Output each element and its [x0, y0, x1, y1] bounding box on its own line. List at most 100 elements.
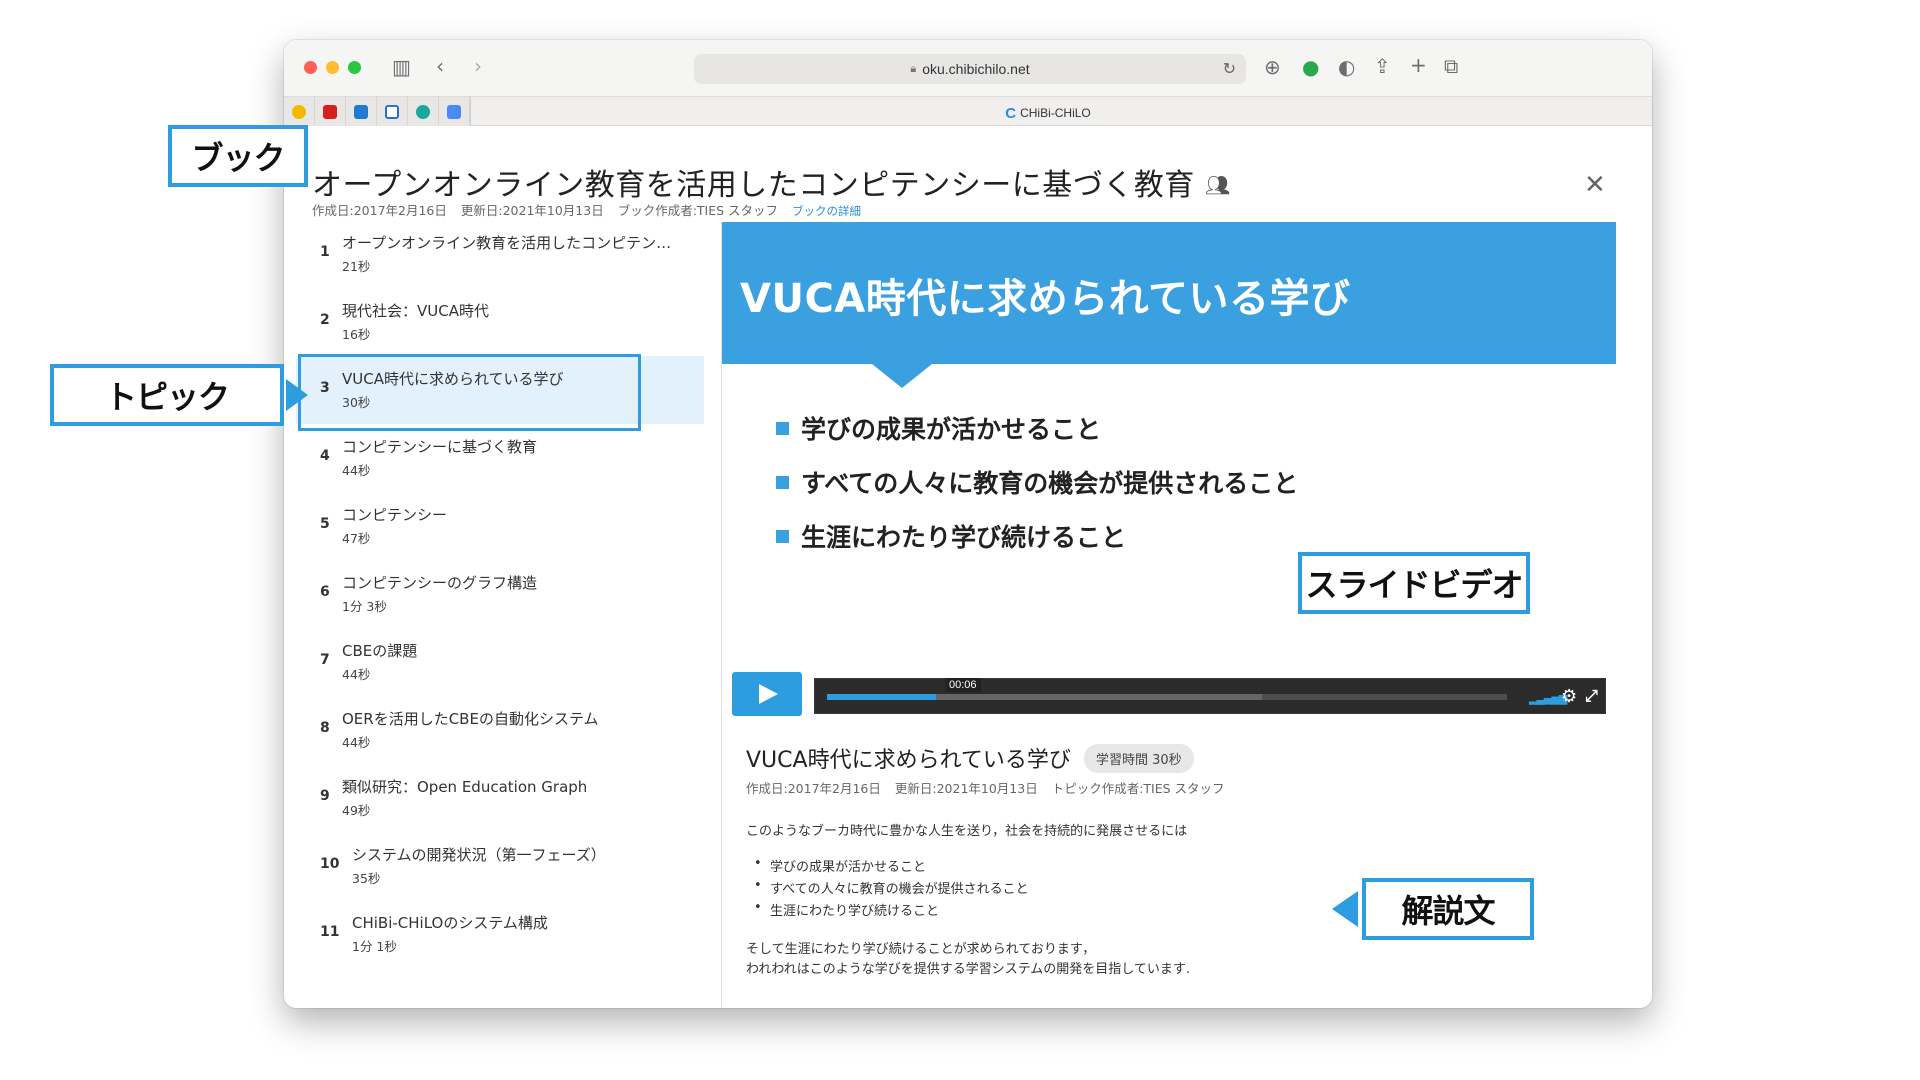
topic-title: OERを活用したCBEの自動化システム: [342, 710, 599, 728]
topic-number: 10: [320, 856, 340, 872]
topic-created: 作成日:2017年2月16日: [746, 781, 881, 796]
shared-users-icon: 👥︎: [1204, 173, 1231, 197]
topic-duration: 49秒: [342, 803, 371, 818]
zoom-window-button[interactable]: [348, 61, 361, 74]
topic-item-9[interactable]: 9 類似研究：Open Education Graph 49秒: [296, 764, 704, 832]
topic-item-11[interactable]: 11 CHiBi-CHiLOのシステム構成 1分 1秒: [296, 900, 704, 968]
slide-bullet-text: 生涯にわたり学び続けること: [801, 523, 1127, 552]
topic-item-4[interactable]: 4 コンピテンシーに基づく教育 44秒: [296, 424, 704, 492]
share-icon[interactable]: ⇪: [1374, 56, 1391, 76]
control-bar: 00:06 ▂▃▄▅▆ ⚙ ⤢: [814, 678, 1606, 714]
topic-heading-title: VUCA時代に求められている学び: [746, 748, 1071, 773]
tab-overview-icon[interactable]: ⧉: [1444, 56, 1458, 76]
topic-author: トピック作成者:TIES スタッフ: [1051, 781, 1225, 796]
topic-list: 1 オープンオンライン教育を活用したコンピテン… 21秒 2 現代社会：VUCA…: [296, 220, 704, 1008]
description-outro-2: われわれはこのような学びを提供する学習システムの開発を目指しています.: [746, 962, 1191, 977]
topic-number: 5: [320, 516, 330, 532]
topic-duration: 35秒: [352, 871, 381, 886]
topic-item-2[interactable]: 2 現代社会：VUCA時代 16秒: [296, 288, 704, 356]
description-outro-1: そして生涯にわたり学び続けることが求められております，: [746, 942, 1096, 957]
tab-title-text: CHiBi-CHiLO: [1020, 106, 1091, 120]
evernote-extension-icon[interactable]: ●: [1302, 57, 1319, 77]
bullet-square-icon: [776, 476, 789, 489]
topic-title: システムの開発状況（第一フェーズ）: [352, 846, 606, 864]
description-list-item: すべての人々に教育の機会が提供されること: [754, 878, 1029, 897]
bullet-square-icon: [776, 530, 789, 543]
topic-title: コンピテンシー: [342, 506, 448, 524]
description-list-item: 学びの成果が活かせること: [754, 856, 926, 875]
url-text: oku.chibichilo.net: [922, 61, 1030, 77]
topic-heading: VUCA時代に求められている学び 学習時間 30秒: [746, 742, 1194, 774]
close-icon[interactable]: ✕: [1584, 170, 1606, 200]
slide-bullet-text: すべての人々に教育の機会が提供されること: [801, 469, 1299, 498]
topic-number: 9: [320, 788, 330, 804]
book-details-link[interactable]: ブックの詳細: [792, 204, 861, 218]
new-tab-icon[interactable]: +: [1410, 55, 1427, 75]
lock-icon: 🔒︎: [910, 62, 917, 75]
topic-duration: 1分 3秒: [342, 599, 387, 614]
privacy-shield-icon[interactable]: ◐: [1338, 57, 1355, 77]
topic-title: オープンオンライン教育を活用したコンピテン…: [342, 234, 672, 252]
slide-header-pointer: [872, 364, 932, 388]
topic-item-1[interactable]: 1 オープンオンライン教育を活用したコンピテン… 21秒: [296, 220, 704, 288]
settings-gear-icon[interactable]: ⚙: [1561, 686, 1577, 707]
topic-item-6[interactable]: 6 コンピテンシーのグラフ構造 1分 3秒: [296, 560, 704, 628]
study-time-badge: 学習時間 30秒: [1084, 743, 1194, 773]
slide-title: VUCA時代に求められている学び: [740, 276, 1351, 322]
callout-description-arrow: [1332, 891, 1358, 927]
book-title: オープンオンライン教育を活用したコンピテンシーに基づく教育 👥︎: [312, 160, 1231, 204]
seek-bar[interactable]: 00:06: [827, 678, 1507, 700]
topic-duration: 16秒: [342, 327, 371, 342]
play-icon: [759, 684, 778, 704]
slide-bullet-text: 学びの成果が活かせること: [801, 415, 1102, 444]
topic-item-10[interactable]: 10 システムの開発状況（第一フェーズ） 35秒: [296, 832, 704, 900]
topic-duration: 21秒: [342, 259, 371, 274]
active-tab[interactable]: C CHiBi-CHiLO: [284, 105, 1652, 122]
topic-item-5[interactable]: 5 コンピテンシー 47秒: [296, 492, 704, 560]
sidebar-toggle-icon[interactable]: ▥: [392, 57, 411, 77]
topic-title: CBEの課題: [342, 642, 418, 660]
callout-topic: トピック: [50, 364, 284, 426]
topic-duration: 44秒: [342, 735, 371, 750]
bullet-square-icon: [776, 422, 789, 435]
slide-bullet-3: 生涯にわたり学び続けること: [776, 518, 1126, 554]
topic-duration: 44秒: [342, 667, 371, 682]
close-window-button[interactable]: [304, 61, 317, 74]
topic-highlight-frame: [298, 354, 641, 431]
tab-bar: C CHiBi-CHiLO: [284, 96, 1652, 126]
current-time: 00:06: [945, 678, 981, 692]
browser-window: ▥ ‹ › 🔒︎ oku.chibichilo.net ↻ ⊕ ● ◐ ⇪ + …: [284, 40, 1652, 1008]
description-intro: このようなブーカ時代に豊かな人生を送り，社会を持続的に発展させるには: [746, 824, 1188, 839]
topic-duration: 47秒: [342, 531, 371, 546]
topic-number: 7: [320, 652, 330, 668]
topic-number: 2: [320, 312, 330, 328]
description-list-item: 生涯にわたり学び続けること: [754, 900, 939, 919]
forward-icon[interactable]: ›: [474, 56, 482, 76]
progress-bar: [827, 694, 936, 700]
topic-item-7[interactable]: 7 CBEの課題 44秒: [296, 628, 704, 696]
minimize-window-button[interactable]: [326, 61, 339, 74]
back-icon[interactable]: ‹: [436, 56, 444, 76]
book-updated: 更新日:2021年10月13日: [460, 203, 604, 218]
topic-item-8[interactable]: 8 OERを活用したCBEの自動化システム 44秒: [296, 696, 704, 764]
chibichilo-favicon-icon: C: [1005, 105, 1017, 122]
callout-slide-video: スライドビデオ: [1298, 552, 1530, 614]
video-player-controls: 00:06 ▂▃▄▅▆ ⚙ ⤢: [732, 672, 1606, 718]
play-button[interactable]: [732, 672, 802, 716]
book-title-text: オープンオンライン教育を活用したコンピテンシーに基づく教育: [312, 168, 1195, 203]
topic-duration: 1分 1秒: [352, 939, 397, 954]
slide-header: VUCA時代に求められている学び: [722, 222, 1616, 364]
topic-duration: 44秒: [342, 463, 371, 478]
callout-book: ブック: [168, 125, 308, 187]
book-meta: 作成日:2017年2月16日 更新日:2021年10月13日 ブック作成者:TI…: [312, 200, 871, 219]
reload-icon[interactable]: ↻: [1223, 59, 1236, 79]
window-controls: [304, 61, 361, 74]
fullscreen-icon[interactable]: ⤢: [1585, 686, 1598, 706]
address-bar[interactable]: 🔒︎ oku.chibichilo.net ↻: [694, 54, 1246, 84]
topic-number: 8: [320, 720, 330, 736]
download-icon[interactable]: ⊕: [1264, 57, 1281, 77]
topic-title: 類似研究：Open Education Graph: [342, 778, 588, 796]
topic-number: 4: [320, 448, 330, 464]
book-created: 作成日:2017年2月16日: [312, 203, 447, 218]
book-author: ブック作成者:TIES スタッフ: [617, 203, 779, 218]
